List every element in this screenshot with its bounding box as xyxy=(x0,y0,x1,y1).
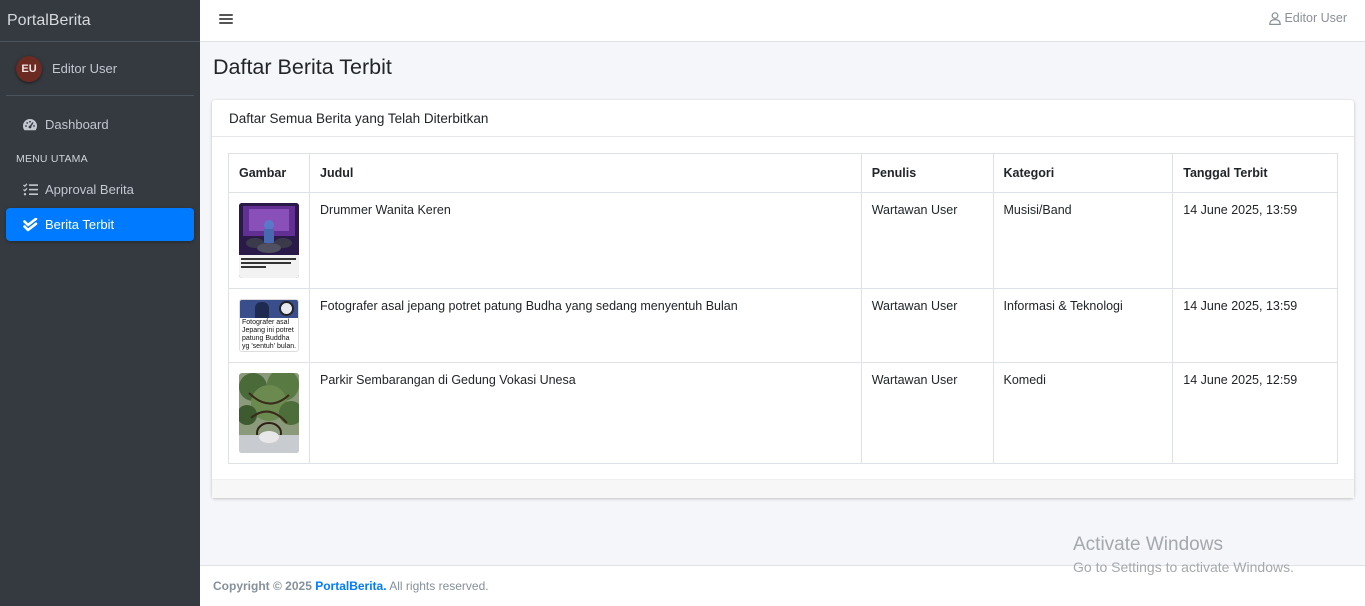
cell-tanggal-terbit: 14 June 2025, 13:59 xyxy=(1172,192,1338,289)
sidebar-item-dashboard[interactable]: Dashboard xyxy=(6,108,194,141)
rights-text: All rights reserved. xyxy=(386,579,489,593)
news-thumbnail-image xyxy=(239,373,299,453)
published-news-card: Daftar Semua Berita yang Telah Diterbitk… xyxy=(212,100,1354,498)
thumb-caption-line: Fotografer asal xyxy=(242,319,290,326)
cell-kategori: Informasi & Teknologi xyxy=(992,288,1174,363)
column-header-judul: Judul xyxy=(309,153,862,193)
table-header-row: Gambar Judul Penulis Kategori Tanggal Te… xyxy=(228,153,1338,193)
top-user-label: Editor User xyxy=(1284,11,1347,25)
table-row: Drummer Wanita Keren Wartawan User Musis… xyxy=(228,192,1338,289)
cell-penulis: Wartawan User xyxy=(860,362,994,464)
top-user-menu[interactable]: Editor User xyxy=(1269,11,1347,25)
column-header-penulis: Penulis xyxy=(860,153,994,193)
user-icon xyxy=(1269,11,1282,25)
top-navbar: Editor User xyxy=(200,0,1365,42)
thumb-caption-line: yg 'sentuh' bulan. xyxy=(242,343,297,350)
double-check-icon xyxy=(22,217,38,233)
page-footer: Copyright © 2025 PortalBerita. All right… xyxy=(200,565,1365,606)
cell-gambar xyxy=(228,362,310,464)
copyright-text: Copyright © 2025 xyxy=(213,579,316,593)
cell-penulis: Wartawan User xyxy=(860,288,994,363)
sidebar-item-berita-terbit[interactable]: Berita Terbit xyxy=(6,208,194,241)
news-table: Gambar Judul Penulis Kategori Tanggal Te… xyxy=(228,153,1338,464)
page-title: Daftar Berita Terbit xyxy=(213,55,392,79)
cell-judul[interactable]: Drummer Wanita Keren xyxy=(309,192,862,289)
cell-kategori: Musisi/Band xyxy=(992,192,1174,289)
cell-judul[interactable]: Parkir Sembarangan di Gedung Vokasi Unes… xyxy=(309,362,862,464)
column-header-tanggal-terbit: Tanggal Terbit xyxy=(1172,153,1338,193)
card-title: Daftar Semua Berita yang Telah Diterbitk… xyxy=(212,100,1354,137)
sidebar-item-label: Approval Berita xyxy=(45,182,134,197)
thumb-caption-line: patung Buddha xyxy=(242,335,290,342)
menu-toggle-icon[interactable] xyxy=(219,12,233,26)
table-row: Parkir Sembarangan di Gedung Vokasi Unes… xyxy=(228,362,1338,464)
sidebar-nav: Dashboard MENU UTAMA Approval Berita Ber… xyxy=(0,96,200,241)
card-footer xyxy=(212,479,1354,498)
news-thumbnail-image xyxy=(239,203,299,278)
cell-tanggal-terbit: 14 June 2025, 13:59 xyxy=(1172,288,1338,363)
dashboard-icon xyxy=(22,117,38,133)
table-row: Fotografer asal Jepang ini potret patung… xyxy=(228,288,1338,363)
watermark-title: Activate Windows xyxy=(1073,534,1223,555)
sidebar-item-approval-berita[interactable]: Approval Berita xyxy=(6,173,194,206)
cell-penulis: Wartawan User xyxy=(860,192,994,289)
column-header-gambar: Gambar xyxy=(228,153,310,193)
sidebar-user-name[interactable]: Editor User xyxy=(52,61,117,76)
news-thumbnail-image: Fotografer asal Jepang ini potret patung… xyxy=(239,299,299,352)
sidebar-item-label: Berita Terbit xyxy=(45,217,115,232)
brand-link[interactable]: PortalBerita xyxy=(0,0,200,42)
sidebar-item-label: Dashboard xyxy=(45,117,109,132)
avatar: EU xyxy=(16,55,42,82)
cell-gambar: Fotografer asal Jepang ini potret patung… xyxy=(228,288,310,363)
cell-judul[interactable]: Fotografer asal jepang potret patung Bud… xyxy=(309,288,862,363)
column-header-kategori: Kategori xyxy=(992,153,1174,193)
cell-tanggal-terbit: 14 June 2025, 12:59 xyxy=(1172,362,1338,464)
footer-brand-link[interactable]: PortalBerita. xyxy=(315,579,386,593)
user-panel[interactable]: EU Editor User xyxy=(6,42,194,96)
thumb-caption-line: Jepang ini potret xyxy=(242,327,294,334)
nav-section-header: MENU UTAMA xyxy=(16,153,88,165)
list-check-icon xyxy=(22,182,38,198)
cell-gambar xyxy=(228,192,310,289)
sidebar: PortalBerita EU Editor User Dashboard ME… xyxy=(0,0,200,606)
cell-kategori: Komedi xyxy=(992,362,1174,464)
